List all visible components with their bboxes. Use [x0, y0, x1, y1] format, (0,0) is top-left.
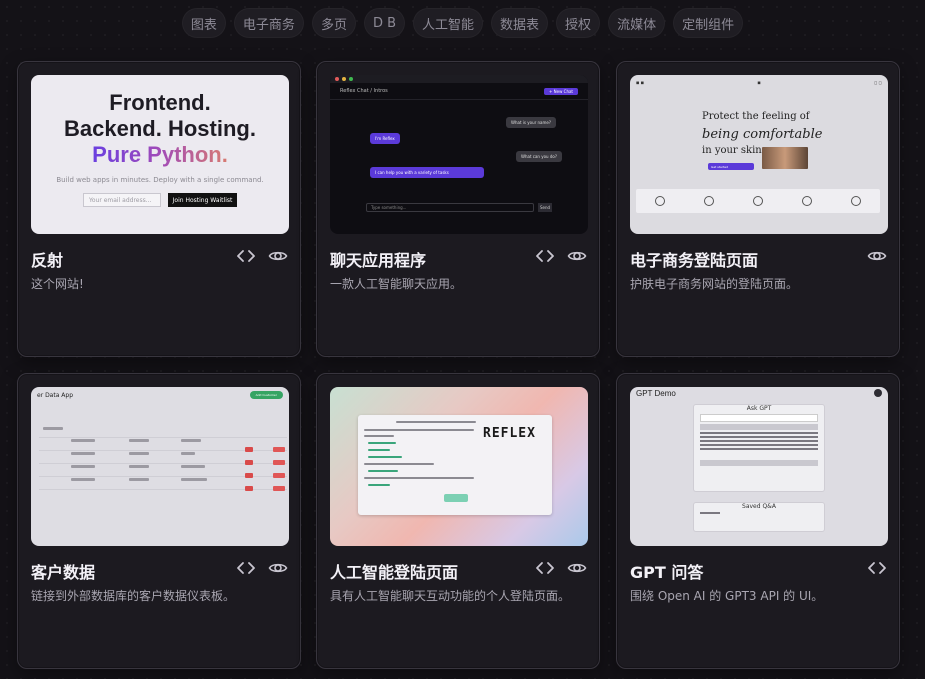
code-icon[interactable] — [236, 247, 256, 265]
filter-tags: 图表 电子商务 多页 D B 人工智能 数据表 授权 流媒体 定制组件 — [0, 8, 925, 38]
card-description: 链接到外部数据库的客户数据仪表板。 — [31, 589, 236, 603]
preview-headline: Backend. Hosting. — [64, 116, 256, 141]
template-card[interactable]: Reflex Chat / Intros + New Chat What is y… — [316, 61, 600, 357]
card-title[interactable]: 客户数据 — [31, 559, 95, 583]
template-card[interactable]: GPT Demo Ask GPT Saved Q&A GPT 问答 围绕 Ope… — [616, 373, 900, 669]
template-card[interactable]: ◼ ◼ ◼ ◻ ◻ Protect the feeling of being com… — [616, 61, 900, 357]
card-description: 这个网站! — [31, 277, 84, 291]
eye-icon[interactable] — [567, 247, 587, 265]
preview-saved-box: Saved Q&A — [694, 503, 824, 531]
preview-user-bubble: What is your name? — [506, 117, 556, 128]
filter-tag-ai[interactable]: 人工智能 — [413, 8, 484, 38]
filter-tag-multipage[interactable]: 多页 — [311, 8, 356, 38]
filter-tag-datatable[interactable]: 数据表 — [491, 8, 549, 38]
card-thumbnail[interactable]: REFLEX — [330, 387, 588, 546]
preview-nav: ◼ ◼ ◼ ◻ ◻ — [636, 79, 882, 85]
card-thumbnail[interactable]: Reflex Chat / Intros + New Chat What is y… — [330, 75, 588, 234]
card-description: 围绕 Open AI 的 GPT3 API 的 UI。 — [630, 589, 824, 603]
preview-user-bubble: What can you do? — [516, 151, 562, 162]
preview-cta-button: Get started — [708, 163, 754, 170]
preview-logo: REFLEX — [483, 426, 536, 441]
eye-icon[interactable] — [268, 559, 288, 577]
card-title[interactable]: 反射 — [31, 247, 63, 271]
preview-headline: Frontend. — [109, 90, 211, 115]
preview-email-input: Your email address... — [83, 193, 161, 207]
template-card[interactable]: er Data App Add Customer 客户数据 链接到外部数据库的客户… — [17, 373, 301, 669]
code-icon[interactable] — [535, 247, 555, 265]
filter-tag-custom-components[interactable]: 定制组件 — [673, 8, 744, 38]
preview-send-button: Send — [538, 203, 552, 212]
preview-ask-label: Ask GPT — [746, 405, 772, 412]
card-thumbnail[interactable]: GPT Demo Ask GPT Saved Q&A — [630, 387, 888, 546]
code-icon[interactable] — [535, 559, 555, 577]
eye-icon[interactable] — [567, 559, 587, 577]
template-card[interactable]: Frontend. Backend. Hosting. Pure Python.… — [17, 61, 301, 357]
code-icon[interactable] — [236, 559, 256, 577]
preview-headline: in your skin. — [702, 145, 765, 156]
eye-icon[interactable] — [268, 247, 288, 265]
preview-add-customer-button: Add Customer — [249, 391, 283, 399]
preview-features-strip — [636, 189, 880, 213]
preview-join-button: Join Hosting Waitlist — [168, 193, 237, 207]
template-card[interactable]: REFLEX 人工智能登陆页面 具有人工智能聊天互动功能的个人登陆页面。 — [316, 373, 600, 669]
preview-button — [444, 494, 468, 502]
card-description: 护肤电子商务网站的登陆页面。 — [630, 277, 799, 291]
preview-headline-gradient: Pure Python. — [92, 142, 228, 167]
card-title[interactable]: 聊天应用程序 — [330, 247, 426, 271]
filter-tag-chart[interactable]: 图表 — [181, 8, 226, 38]
preview-bot-bubble: I'm Reflex — [370, 133, 400, 144]
preview-chat-header: Reflex Chat / Intros — [340, 88, 388, 94]
preview-app-title: er Data App — [37, 391, 74, 399]
preview-subtitle: Build web apps in minutes. Deploy with a… — [56, 176, 264, 184]
preview-app-title: GPT Demo — [636, 388, 676, 398]
card-description: 具有人工智能聊天互动功能的个人登陆页面。 — [330, 589, 571, 603]
filter-tag-auth[interactable]: 授权 — [556, 8, 601, 38]
card-title[interactable]: 人工智能登陆页面 — [330, 559, 458, 583]
card-title[interactable]: 电子商务登陆页面 — [630, 247, 758, 271]
card-description: 一款人工智能聊天应用。 — [330, 277, 463, 291]
preview-saved-label: Saved Q&A — [742, 503, 776, 510]
filter-tag-ecommerce[interactable]: 电子商务 — [233, 8, 304, 38]
card-thumbnail[interactable]: er Data App Add Customer — [31, 387, 289, 546]
preview-ask-box: Ask GPT — [694, 405, 824, 491]
eye-icon[interactable] — [867, 247, 887, 265]
preview-bot-bubble: I can help you with a variety of tasks — [370, 167, 484, 178]
preview-headline: Protect the feeling of — [702, 111, 810, 122]
filter-tag-streaming[interactable]: 流媒体 — [608, 8, 666, 38]
preview-headline-italic: being comfortable — [702, 127, 823, 142]
preview-face-image — [762, 147, 808, 169]
filter-tag-db[interactable]: D B — [363, 8, 406, 38]
card-thumbnail[interactable]: Frontend. Backend. Hosting. Pure Python.… — [31, 75, 289, 234]
preview-chat-input: Type something... — [366, 203, 534, 212]
card-title[interactable]: GPT 问答 — [630, 559, 703, 583]
code-icon[interactable] — [867, 559, 887, 577]
card-thumbnail[interactable]: ◼ ◼ ◼ ◻ ◻ Protect the feeling of being com… — [630, 75, 888, 234]
preview-new-chat-button: + New Chat — [544, 87, 578, 95]
